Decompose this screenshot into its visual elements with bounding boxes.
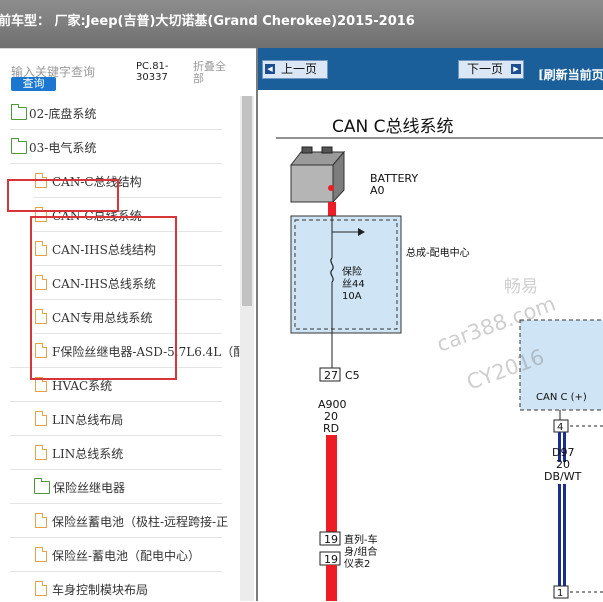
document-icon [35,411,47,426]
ipc-label-1: 直列-车 [344,533,378,546]
wiring-diagram-svg: CAN C总线系统 BATTERY A0 保险 丝44 10A 总成-配电中心 … [276,117,603,601]
wire-a900-red [326,435,337,532]
battery-code: A0 [370,184,385,197]
window-title: 前车型： 厂家:Jeep(吉普)大切诺基(Grand Cherokee)2015… [0,14,415,29]
prev-page-button[interactable]: ◀ 上一页 [262,60,328,79]
document-code: PC.81- 30337 [136,61,169,83]
document-icon [35,445,47,460]
pin-19b: 19 [324,553,338,566]
tree-item-lin-layout[interactable]: LIN总线布局 [0,402,240,436]
pin-4: 4 [557,422,563,433]
next-page-button[interactable]: 下一页 ▶ [458,60,524,79]
battery-icon [289,146,346,204]
pin-19a: 19 [324,533,338,546]
refresh-page-link[interactable]: [刷新当前页 [538,66,603,83]
wire2-color: DB/WT [544,470,582,483]
pin-27: 27 [324,369,338,382]
sidebar: 输入关键字查询 查询 PC.81- 30337 折叠全 部 02-底盘系统 03… [0,48,256,602]
search-button[interactable]: 查询 [11,77,56,91]
wire-color: RD [323,422,339,435]
diagram-title: CAN C总线系统 [332,117,454,137]
tree-item-fuse-relay[interactable]: 保险丝继电器 [0,470,240,504]
document-viewer: ◀ 上一页 下一页 ▶ [刷新当前页 CAN C总线系统 BATTERY A0 [258,48,603,601]
ipc-label-2: 身/组合 [344,545,377,558]
wire-d97-blue [558,484,561,586]
folder-icon [11,104,27,120]
tree-item-bcm-layout[interactable]: 车身控制模块布局 [0,572,240,602]
fuse-label-2: 丝44 [342,278,365,290]
connector-c5: C5 [345,369,360,382]
highlight-box-electrical [7,179,119,212]
document-icon [35,547,47,562]
fuse-label-1: 保险 [342,265,362,278]
pdc-label: 总成-配电中心 [406,246,470,259]
document-icon [35,513,47,528]
tree-item-electrical[interactable]: 03-电气系统 [0,130,240,164]
viewer-toolbar: ◀ 上一页 下一页 ▶ [刷新当前页 [258,48,603,90]
arrow-left-icon: ◀ [265,64,275,74]
folder-icon [34,478,50,494]
document-icon [35,581,47,596]
highlight-box-can-items [30,216,177,380]
ipc-label-3: 仪表2 [344,557,370,570]
wiring-diagram: CAN C总线系统 BATTERY A0 保险 丝44 10A 总成-配电中心 … [258,90,603,601]
pin-1: 1 [557,588,563,599]
svg-text:畅易: 畅易 [504,277,538,297]
fuse-rating: 10A [342,291,362,302]
can-module-label: CAN C (+) [536,392,587,403]
tree-item-fuse-battery-terminal[interactable]: 保险丝蓄电池（极柱-远程跨接-正 [0,504,240,538]
tree-item-lin-system[interactable]: LIN总线系统 [0,436,240,470]
window-title-bar: 前车型： 厂家:Jeep(吉普)大切诺基(Grand Cherokee)2015… [0,0,603,48]
tree-item-fuse-battery-pdc[interactable]: 保险丝-蓄电池（配电中心） [0,538,240,572]
sidebar-scrollbar-thumb[interactable] [242,96,252,306]
collapse-all-button[interactable]: 折叠全 部 [193,61,226,85]
wire-battery-red [328,202,336,216]
wire-red-bottom [326,565,337,601]
folder-open-icon [11,138,27,154]
tree-item-chassis[interactable]: 02-底盘系统 [0,96,240,130]
arrow-right-icon: ▶ [511,64,521,74]
